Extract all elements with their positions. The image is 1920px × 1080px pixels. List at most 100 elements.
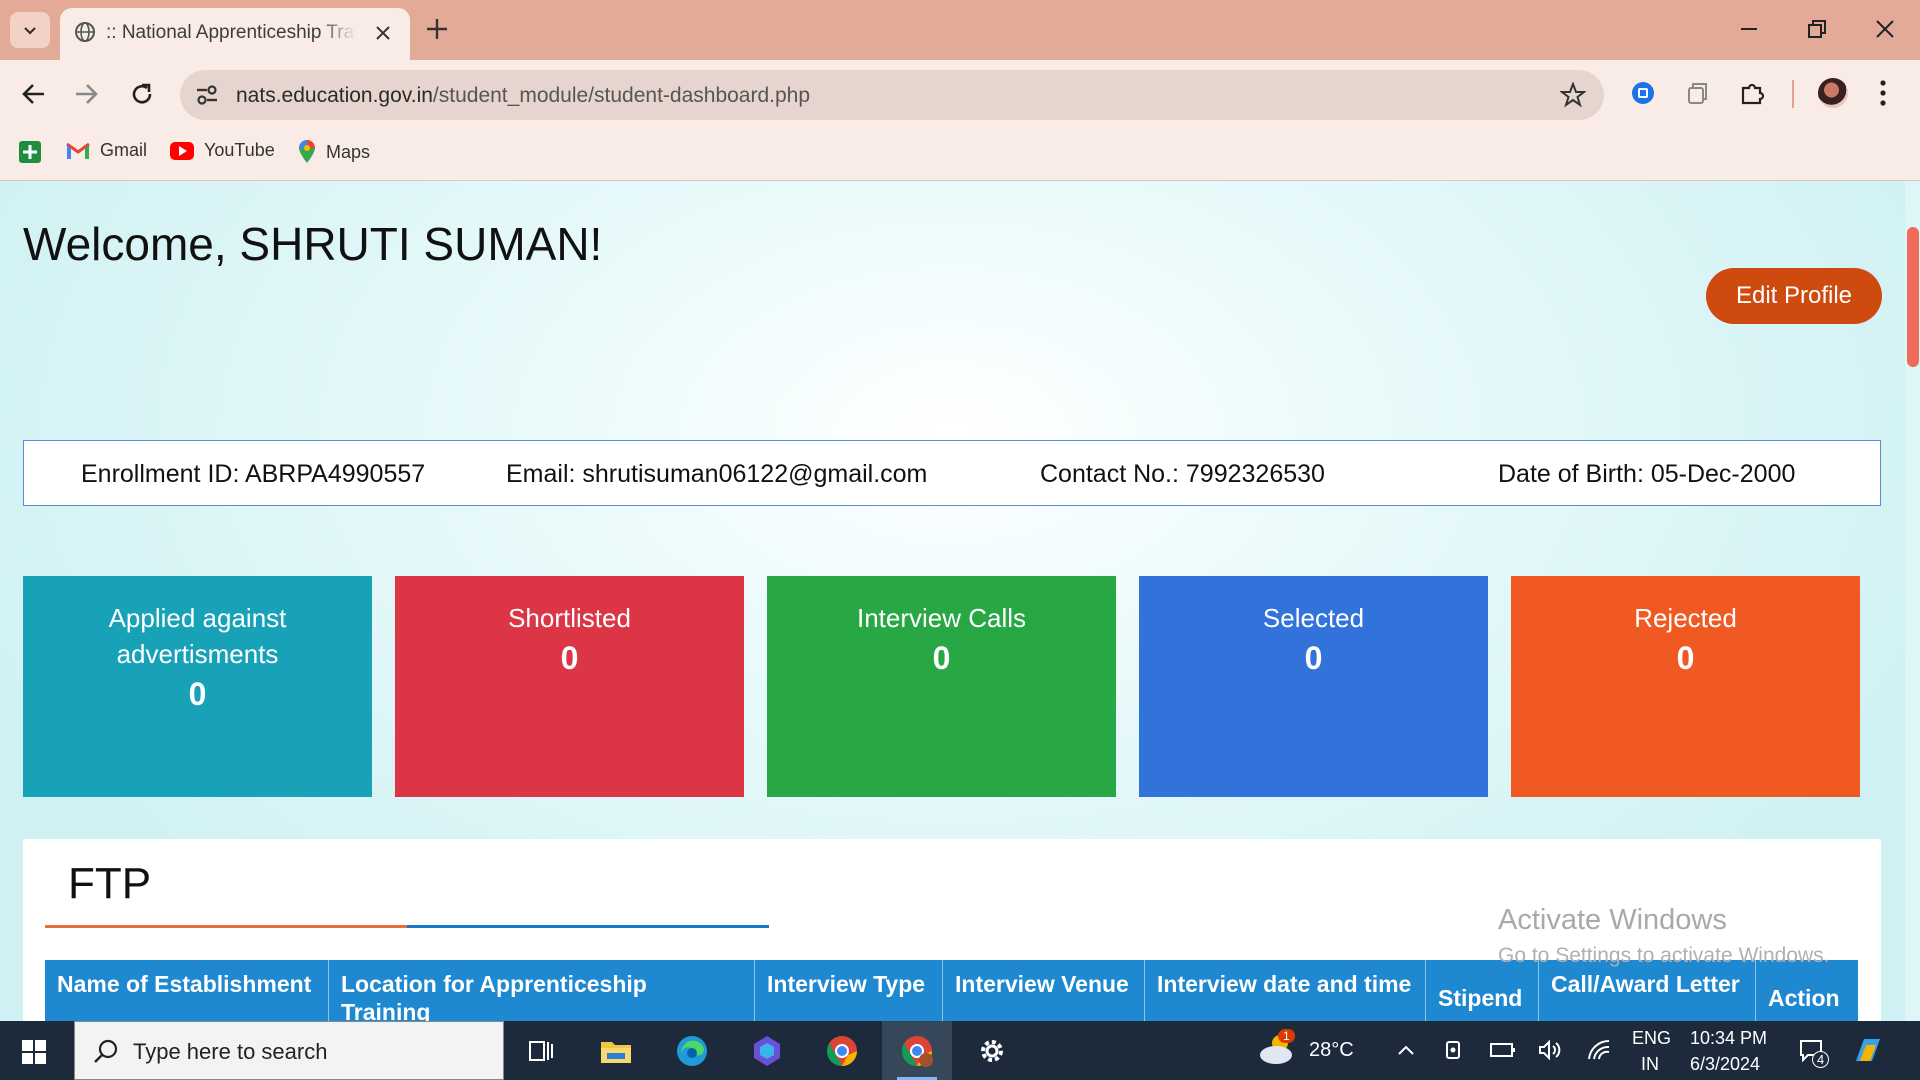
url-text: nats.education.gov.in/student_module/stu… bbox=[236, 84, 810, 108]
reload-icon[interactable] bbox=[128, 80, 156, 108]
stat-label: Interview Calls bbox=[856, 603, 1027, 633]
clock-time[interactable]: 10:34 PM bbox=[1690, 1028, 1767, 1049]
tab-title: :: National Apprenticeship Training Sche… bbox=[106, 22, 356, 43]
extensions-puzzle-icon[interactable] bbox=[1739, 80, 1765, 106]
bookmark-maps-label: Maps bbox=[326, 141, 371, 162]
volume-icon[interactable] bbox=[1538, 1039, 1562, 1061]
bookmark-gmail-label: Gmail bbox=[100, 140, 148, 160]
heading-underline-blue bbox=[407, 925, 769, 928]
contact-number: Contact No.: 7992326530 bbox=[1040, 460, 1325, 488]
stat-value: 0 bbox=[1304, 640, 1323, 676]
stat-card-selected[interactable]: Selected 0 bbox=[1139, 576, 1488, 797]
enrollment-id: Enrollment ID: ABRPA4990557 bbox=[81, 460, 426, 488]
file-explorer-icon[interactable] bbox=[598, 1033, 634, 1069]
ftp-heading: FTP bbox=[68, 859, 152, 908]
youtube-icon bbox=[170, 141, 194, 160]
bookmark-youtube-label: YouTube bbox=[204, 140, 275, 160]
url-host: nats.education.gov.in bbox=[236, 84, 433, 107]
scrollbar-thumb[interactable] bbox=[1907, 227, 1919, 367]
taskbar-search-box[interactable]: Type here to search bbox=[74, 1021, 504, 1080]
wifi-icon[interactable] bbox=[1586, 1039, 1612, 1061]
stat-card-rejected[interactable]: Rejected 0 bbox=[1511, 576, 1860, 797]
more-menu-icon[interactable] bbox=[1878, 78, 1888, 108]
chrome-icon[interactable] bbox=[824, 1033, 860, 1069]
bookmark-maps[interactable]: Maps bbox=[298, 140, 370, 164]
search-placeholder: Type here to search bbox=[133, 1039, 328, 1064]
stat-label: Rejected bbox=[1634, 603, 1737, 633]
stat-value: 0 bbox=[932, 640, 951, 676]
welcome-heading: Welcome, SHRUTI SUMAN! bbox=[23, 218, 603, 270]
edit-profile-button[interactable]: Edit Profile bbox=[1706, 268, 1882, 324]
activate-windows-subtitle: Go to Settings to activate Windows. bbox=[1498, 944, 1830, 967]
edge-browser-icon[interactable] bbox=[674, 1033, 710, 1069]
apps-icon[interactable] bbox=[18, 140, 42, 164]
tab-strip: :: National Apprenticeship Training Sche… bbox=[0, 0, 1920, 60]
chrome-profile-icon[interactable] bbox=[899, 1033, 935, 1069]
weather-temp[interactable]: 28°C bbox=[1309, 1039, 1354, 1062]
maps-icon bbox=[299, 140, 315, 163]
bookmark-gmail[interactable]: Gmail bbox=[66, 140, 147, 161]
language-line2[interactable]: IN bbox=[1641, 1054, 1659, 1075]
copilot-preview-icon[interactable] bbox=[1852, 1035, 1884, 1065]
stat-card-applied[interactable]: Applied against advertisments 0 bbox=[23, 576, 372, 797]
close-tab-icon[interactable] bbox=[374, 24, 392, 42]
page-scrollbar[interactable] bbox=[1905, 181, 1920, 1021]
email-address: Email: shrutisuman06122@gmail.com bbox=[506, 460, 928, 488]
gmail-icon bbox=[66, 142, 90, 159]
column-header: Name of Establishment bbox=[45, 960, 329, 1021]
bookmarks-bar: Gmail YouTube Maps bbox=[0, 128, 1920, 181]
stat-value: 0 bbox=[188, 676, 207, 712]
url-path: /student_module/student-dashboard.php bbox=[432, 84, 811, 107]
profile-avatar[interactable] bbox=[1818, 78, 1848, 108]
extension-blue-icon[interactable] bbox=[1630, 80, 1656, 106]
column-header: Interview Venue bbox=[943, 960, 1145, 1021]
language-line1[interactable]: ENG bbox=[1632, 1028, 1671, 1049]
close-window-icon[interactable] bbox=[1874, 18, 1896, 40]
site-settings-icon[interactable] bbox=[194, 82, 220, 108]
ftp-table-header: Name of Establishment Location for Appre… bbox=[45, 960, 1858, 1021]
stat-label: Shortlisted bbox=[508, 603, 631, 633]
stat-value: 0 bbox=[560, 640, 579, 676]
address-bar[interactable]: nats.education.gov.in/student_module/stu… bbox=[180, 70, 1604, 120]
back-icon[interactable] bbox=[20, 80, 48, 108]
copy-extension-icon[interactable] bbox=[1684, 80, 1710, 106]
new-tab-icon[interactable] bbox=[424, 16, 450, 42]
column-header: Interview Type bbox=[755, 960, 943, 1021]
battery-icon[interactable] bbox=[1490, 1041, 1516, 1059]
stat-label: Selected bbox=[1262, 603, 1365, 633]
task-view-icon[interactable] bbox=[522, 1033, 558, 1069]
show-hidden-icons-chevron-icon[interactable] bbox=[1396, 1041, 1416, 1059]
stat-card-shortlisted[interactable]: Shortlisted 0 bbox=[395, 576, 744, 797]
browser-tab-active[interactable]: :: National Apprenticeship Training Sche… bbox=[60, 8, 410, 60]
tab-search-button[interactable] bbox=[10, 12, 50, 48]
clock-date[interactable]: 6/3/2024 bbox=[1690, 1054, 1760, 1075]
heading-underline-orange bbox=[45, 925, 407, 928]
meet-now-icon[interactable] bbox=[1444, 1039, 1464, 1061]
bookmark-star-icon[interactable] bbox=[1560, 82, 1586, 108]
column-header: Interview date and time bbox=[1145, 960, 1426, 1021]
weather-badge: 1 bbox=[1278, 1029, 1295, 1043]
forward-icon[interactable] bbox=[72, 80, 100, 108]
windows-start-icon[interactable] bbox=[22, 1040, 46, 1064]
activate-windows-title: Activate Windows bbox=[1498, 904, 1727, 936]
stat-value: 0 bbox=[1676, 640, 1695, 676]
chevron-down-icon bbox=[24, 27, 36, 35]
column-header: Action bbox=[1768, 985, 1840, 1011]
dashboard-page: Welcome, SHRUTI SUMAN! Edit Profile Enro… bbox=[0, 181, 1905, 1021]
column-header: Location for Apprenticeship Training bbox=[329, 960, 755, 1021]
minimize-icon[interactable] bbox=[1738, 18, 1760, 40]
copilot-icon[interactable] bbox=[749, 1033, 785, 1069]
bookmark-youtube[interactable]: YouTube bbox=[170, 140, 275, 161]
student-info-bar: Enrollment ID: ABRPA4990557 Email: shrut… bbox=[23, 440, 1881, 506]
windows-taskbar: Type here to search 1 28°C ENG IN 10:34 … bbox=[0, 1021, 1920, 1080]
column-header: Call/Award Letter bbox=[1539, 960, 1756, 1021]
settings-gear-icon[interactable] bbox=[974, 1033, 1010, 1069]
toolbar-divider bbox=[1792, 80, 1794, 108]
stat-card-interview-calls[interactable]: Interview Calls 0 bbox=[767, 576, 1116, 797]
stat-label: Applied against advertisments bbox=[108, 603, 287, 669]
restore-icon[interactable] bbox=[1806, 18, 1828, 40]
globe-icon bbox=[75, 22, 95, 42]
column-header: Stipend bbox=[1426, 960, 1539, 1021]
search-icon bbox=[94, 1039, 118, 1063]
date-of-birth: Date of Birth: 05-Dec-2000 bbox=[1498, 460, 1796, 488]
